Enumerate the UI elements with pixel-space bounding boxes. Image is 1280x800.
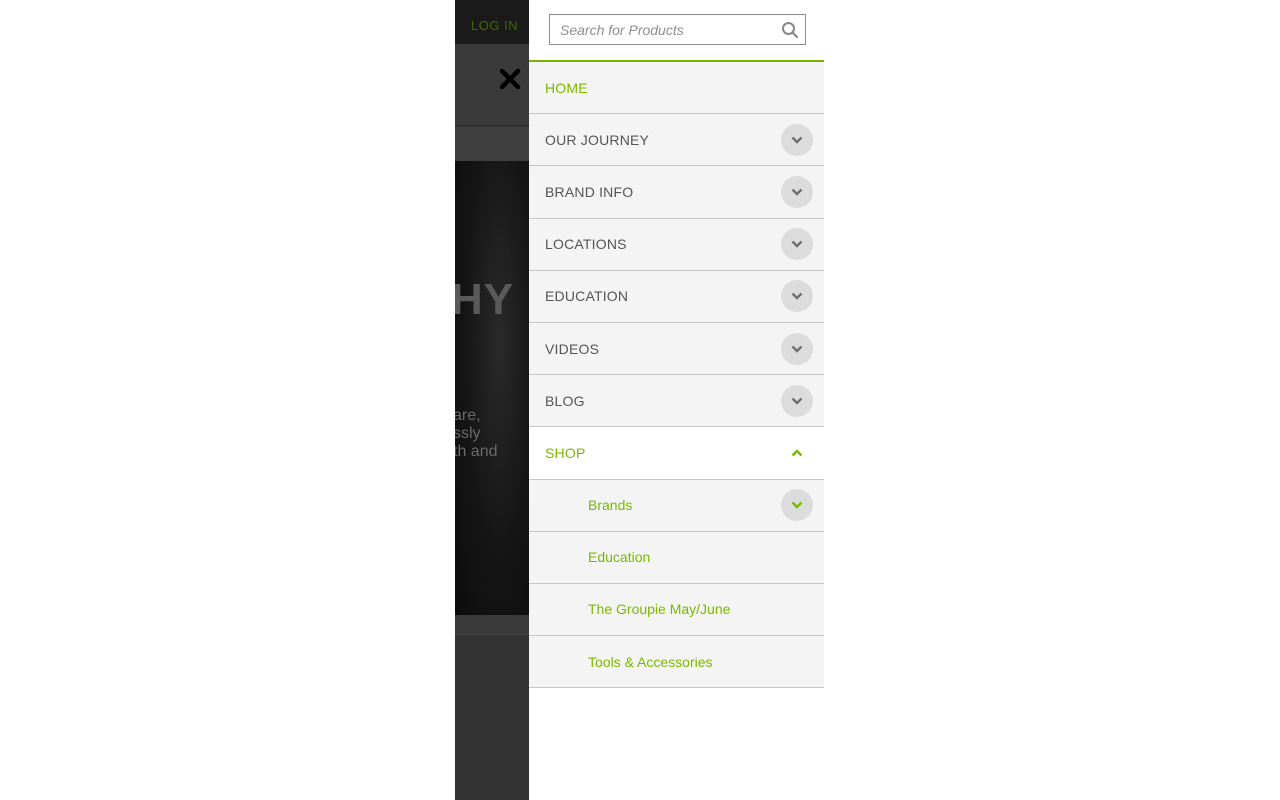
hero-text-line: are, [455, 407, 481, 424]
expand-toggle[interactable] [781, 228, 813, 261]
menu-item-label: LOCATIONS [545, 236, 627, 253]
submenu-item-label: Education [588, 549, 651, 566]
submenu-item-education[interactable]: Education [529, 531, 824, 584]
menu-item-education[interactable]: EDUCATION [529, 270, 824, 323]
background-nav-strip [455, 127, 529, 161]
submenu-item-label: The Groupie May/June [588, 601, 731, 618]
expand-toggle[interactable] [781, 280, 813, 313]
menu-item-locations[interactable]: LOCATIONS [529, 218, 824, 271]
submenu-item-label: Brands [588, 497, 633, 514]
submenu-item-label: Tools & Accessories [588, 653, 713, 670]
search-icon[interactable] [781, 21, 799, 39]
menu-item-brand-info[interactable]: BRAND INFO [529, 166, 824, 219]
menu-item-label: BRAND INFO [545, 183, 634, 200]
menu-item-label: EDUCATION [545, 288, 629, 305]
chevron-down-icon [791, 345, 803, 353]
menu-item-blog[interactable]: BLOG [529, 375, 824, 428]
nav-drawer: HOME OUR JOURNEY BRAND INFO LOCATIONS ED… [529, 0, 824, 800]
menu-item-label: HOME [545, 79, 588, 96]
chevron-down-icon [791, 240, 803, 248]
background-footer-strip [455, 615, 529, 635]
login-link[interactable]: LOG IN [471, 18, 518, 33]
chevron-down-icon [791, 136, 803, 144]
background-header [455, 44, 529, 126]
chevron-down-icon [791, 292, 803, 301]
collapse-toggle[interactable] [781, 437, 813, 469]
expand-toggle[interactable] [781, 332, 813, 365]
expand-toggle[interactable] [781, 175, 813, 208]
chevron-down-icon [791, 188, 803, 196]
menu-item-label: VIDEOS [545, 340, 600, 357]
menu-item-label: OUR JOURNEY [545, 131, 650, 148]
menu-item-label: SHOP [545, 444, 586, 461]
menu-item-home[interactable]: HOME [529, 62, 824, 115]
hero-text-line: th and [455, 443, 498, 460]
hero-title-fragment: HY [455, 275, 515, 324]
chevron-down-icon [791, 397, 803, 405]
menu-item-shop[interactable]: SHOP [529, 427, 824, 480]
menu-item-videos[interactable]: VIDEOS [529, 322, 824, 376]
close-icon[interactable] [499, 68, 521, 90]
background-page-overlay[interactable]: LOG IN HY are, ssly th and [455, 0, 529, 800]
menu-item-label: BLOG [545, 392, 585, 409]
chevron-down-icon [791, 501, 803, 509]
expand-toggle[interactable] [781, 123, 813, 156]
background-topbar: LOG IN [455, 0, 529, 44]
expand-toggle[interactable] [781, 384, 813, 417]
nav-menu: HOME OUR JOURNEY BRAND INFO LOCATIONS ED… [529, 62, 824, 689]
hero-text-line: ssly [455, 425, 481, 442]
menu-item-our-journey[interactable]: OUR JOURNEY [529, 114, 824, 167]
search-input[interactable] [550, 15, 778, 44]
chevron-up-icon [791, 449, 803, 457]
expand-toggle[interactable] [781, 489, 813, 522]
submenu-item-the-groupie[interactable]: The Groupie May/June [529, 583, 824, 637]
submenu-item-brands[interactable]: Brands [529, 479, 824, 532]
background-hero-image: HY are, ssly th and [455, 161, 529, 615]
search-box [549, 14, 806, 45]
search-area [529, 0, 824, 62]
submenu-item-tools-accessories[interactable]: Tools & Accessories [529, 636, 824, 689]
